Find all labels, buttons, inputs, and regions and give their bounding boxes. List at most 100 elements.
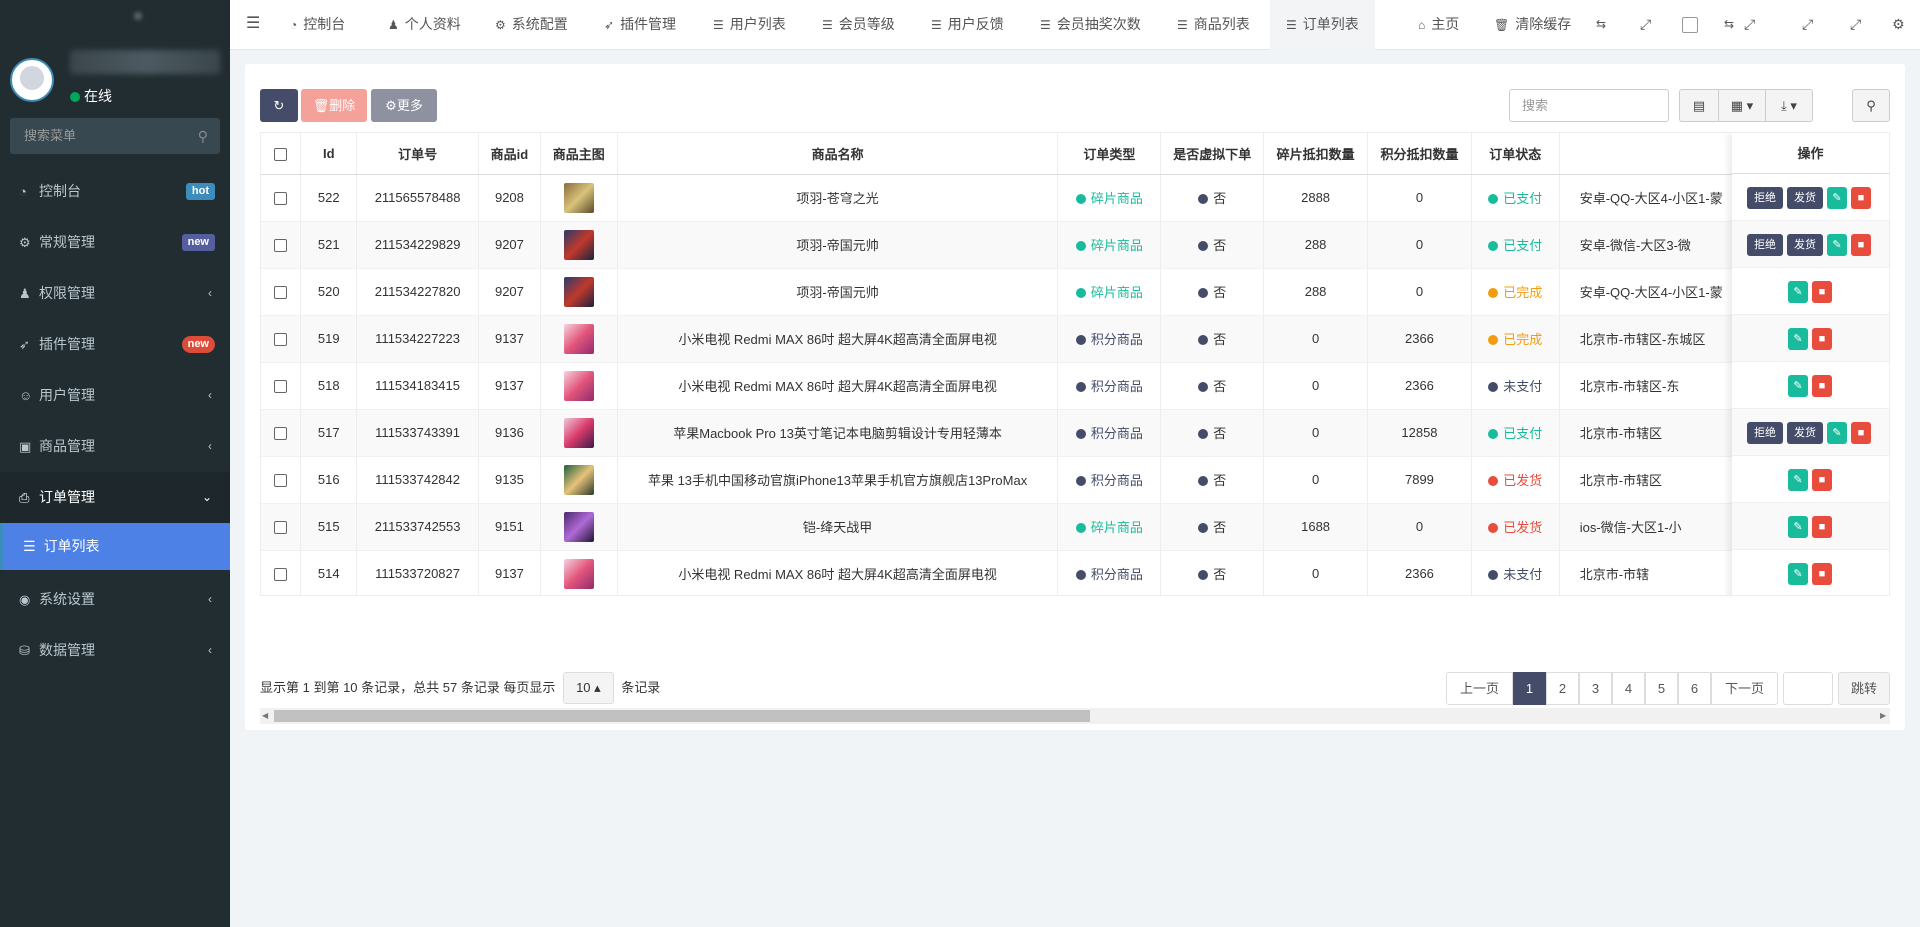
ship-button[interactable]: 发货	[1787, 187, 1823, 209]
row-select-cell[interactable]	[261, 221, 302, 269]
avatar[interactable]	[10, 58, 54, 102]
reject-button[interactable]: 拒绝	[1747, 422, 1783, 444]
column-header[interactable]: 订单号	[356, 133, 479, 175]
reject-button[interactable]: 拒绝	[1747, 187, 1783, 209]
page-button-5[interactable]: 5	[1645, 672, 1678, 705]
delete-row-button[interactable]: ■	[1851, 187, 1871, 209]
row-checkbox[interactable]	[274, 568, 288, 582]
toggle-view-button[interactable]: ▤	[1679, 89, 1719, 122]
edit-button[interactable]: ✎	[1827, 422, 1847, 444]
table-row[interactable]: 519 111534227223 9137 小米电视 Redmi MAX 86吋 超大…	[261, 315, 1889, 363]
column-header[interactable]: 商品名称	[617, 133, 1059, 175]
sidebar-item-addons[interactable]: ➶ 插件管理 new	[0, 319, 230, 370]
scroll-left-icon[interactable]: ◀	[262, 710, 268, 722]
export-button[interactable]: ⤓ ▾	[1765, 89, 1813, 122]
sidebar-item-auth[interactable]: ♟ 权限管理 ‹	[0, 268, 230, 319]
page-size-select[interactable]: 10 ▴	[563, 672, 614, 704]
table-row[interactable]: 516 111533742842 9135 苹果 13手机中国移动官旗iPhone13…	[261, 456, 1889, 504]
fullscreen-icon[interactable]: ⤢	[1640, 0, 1651, 50]
edit-button[interactable]: ✎	[1788, 375, 1808, 397]
product-thumbnail[interactable]	[563, 323, 594, 354]
tab-profile[interactable]: ♟ 个人资料	[388, 0, 461, 50]
table-search-input[interactable]: 搜索	[1509, 89, 1669, 122]
delete-row-button[interactable]: ■	[1851, 422, 1871, 444]
menu-toggle-icon[interactable]: ☰	[246, 0, 260, 50]
search-toggle-button[interactable]: ⚲	[1852, 89, 1890, 122]
product-thumbnail[interactable]	[563, 511, 594, 542]
language-icon[interactable]: ⇆	[1596, 0, 1606, 50]
product-thumbnail[interactable]	[563, 229, 594, 260]
row-checkbox[interactable]	[274, 192, 288, 206]
ship-button[interactable]: 发货	[1787, 422, 1823, 444]
tab-addons[interactable]: ➶ 插件管理	[604, 0, 676, 50]
row-checkbox[interactable]	[274, 239, 288, 253]
page-button-6[interactable]: 6	[1678, 672, 1711, 705]
sidebar-item-dashboard[interactable]: ◔ 控制台 hot	[0, 166, 230, 217]
page-button-4[interactable]: 4	[1612, 672, 1645, 705]
column-header[interactable]: 是否虚拟下单	[1160, 133, 1265, 175]
row-checkbox[interactable]	[274, 521, 288, 535]
row-checkbox[interactable]	[274, 474, 288, 488]
column-header[interactable]: 碎片抵扣数量	[1263, 133, 1369, 175]
column-header[interactable]: Id	[300, 133, 358, 175]
user-avatar-icon[interactable]	[1682, 0, 1698, 50]
delete-button[interactable]: 🗑删除	[301, 89, 367, 122]
sidebar-item-orders[interactable]: ⎙ 订单管理 ⌄	[0, 472, 230, 523]
delete-row-button[interactable]: ■	[1812, 375, 1832, 397]
jump-page-input[interactable]	[1783, 672, 1833, 705]
clear-cache-button[interactable]: 🗑 清除缓存	[1494, 0, 1571, 50]
row-select-cell[interactable]	[261, 503, 302, 551]
sidebar-search-input[interactable]: 搜索菜单 ⚲	[10, 118, 220, 154]
tab-dashboard[interactable]: ◔ 控制台	[290, 0, 345, 50]
sidebar-item-data[interactable]: ⛁ 数据管理 ‹	[0, 625, 230, 676]
column-header[interactable]: 订单类型	[1057, 133, 1162, 175]
delete-row-button[interactable]: ■	[1851, 234, 1871, 256]
tab-config[interactable]: ⚙ 系统配置	[495, 0, 568, 50]
column-header[interactable]: 商品主图	[540, 133, 618, 175]
tab-member-level[interactable]: ☰ 会员等级	[822, 0, 895, 50]
language-icon[interactable]: ⇆	[1724, 0, 1734, 50]
delete-row-button[interactable]: ■	[1812, 281, 1832, 303]
table-row[interactable]: 521 211534229829 9207 项羽-帝国元帅 碎片商品否 288 0 已支付 安卓…	[261, 221, 1889, 269]
row-select-cell[interactable]	[261, 174, 302, 222]
row-checkbox[interactable]	[274, 333, 288, 347]
column-header[interactable]: 商品id	[478, 133, 541, 175]
tab-feedback[interactable]: ☰ 用户反馈	[931, 0, 1004, 50]
column-header[interactable]: 订单状态	[1471, 133, 1560, 175]
product-thumbnail[interactable]	[563, 370, 594, 401]
tab-lottery[interactable]: ☰ 会员抽奖次数	[1040, 0, 1141, 50]
edit-button[interactable]: ✎	[1827, 187, 1847, 209]
fullscreen-icon[interactable]: ⤢	[1802, 0, 1813, 50]
row-select-cell[interactable]	[261, 315, 302, 363]
tab-order-list[interactable]: ☰ 订单列表	[1270, 0, 1375, 50]
page-button-2[interactable]: 2	[1546, 672, 1579, 705]
page-button-1[interactable]: 1	[1513, 672, 1546, 705]
fullscreen-icon[interactable]: ⤢	[1850, 0, 1861, 50]
row-select-cell[interactable]	[261, 362, 302, 410]
row-select-cell[interactable]	[261, 456, 302, 504]
table-row[interactable]: 522 211565578488 9208 项羽-苍穹之光 碎片商品否 2888 0 已支付安…	[261, 174, 1889, 222]
edit-button[interactable]: ✎	[1827, 234, 1847, 256]
edit-button[interactable]: ✎	[1788, 281, 1808, 303]
delete-row-button[interactable]: ■	[1812, 328, 1832, 350]
tab-user-list[interactable]: ☰ 用户列表	[713, 0, 786, 50]
home-link[interactable]: ⌂ 主页	[1418, 0, 1459, 50]
product-thumbnail[interactable]	[563, 558, 594, 589]
table-row[interactable]: 518 111534183415 9137 小米电视 Redmi MAX 86吋 超大…	[261, 362, 1889, 410]
row-checkbox[interactable]	[274, 427, 288, 441]
column-header[interactable]: 积分抵扣数量	[1367, 133, 1472, 175]
fullscreen-icon[interactable]: ⤢	[1744, 0, 1755, 50]
product-thumbnail[interactable]	[563, 276, 594, 307]
sidebar-item-general[interactable]: ⚙ 常规管理 new	[0, 217, 230, 268]
product-thumbnail[interactable]	[563, 464, 594, 495]
edit-button[interactable]: ✎	[1788, 516, 1808, 538]
row-select-cell[interactable]	[261, 550, 302, 595]
settings-icon[interactable]: ⚙	[1892, 0, 1905, 50]
row-checkbox[interactable]	[274, 380, 288, 394]
product-thumbnail[interactable]	[563, 417, 594, 448]
table-row[interactable]: 520 211534227820 9207 项羽-帝国元帅 碎片商品否 288 0 已完成 安卓…	[261, 268, 1889, 316]
tab-goods-list[interactable]: ☰ 商品列表	[1177, 0, 1250, 50]
scrollbar-thumb[interactable]	[274, 710, 1090, 722]
sidebar-item-goods[interactable]: ▣ 商品管理 ‹	[0, 421, 230, 472]
edit-button[interactable]: ✎	[1788, 469, 1808, 491]
